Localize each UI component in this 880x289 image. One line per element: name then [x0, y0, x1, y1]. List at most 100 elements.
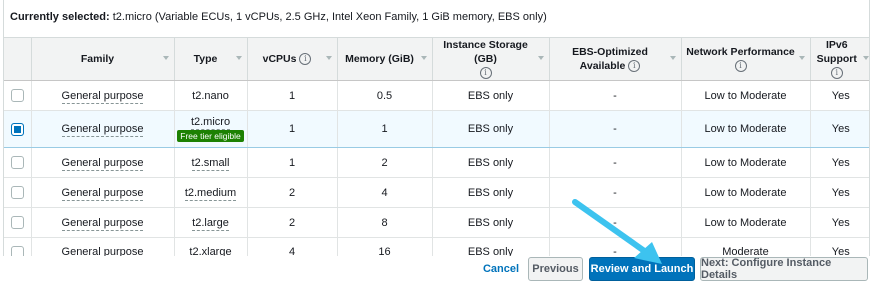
- storage-cell: EBS only: [432, 177, 550, 208]
- row-select-cell[interactable]: [4, 147, 32, 178]
- row-select-cell[interactable]: [4, 207, 32, 238]
- info-circle-icon[interactable]: i: [628, 60, 641, 73]
- table-row[interactable]: General purpose t2.xlarge 4 16 EBS only …: [4, 237, 869, 256]
- type-value[interactable]: t2.small: [191, 156, 230, 171]
- table-row[interactable]: General purpose t2.nano 1 0.5 EBS only -…: [4, 80, 869, 111]
- sort-caret-icon[interactable]: [162, 56, 169, 60]
- family-cell: General purpose: [31, 80, 175, 111]
- ebs-cell: -: [549, 147, 682, 178]
- sort-caret-icon[interactable]: [863, 56, 869, 60]
- family-cell: General purpose: [31, 147, 175, 178]
- type-cell: t2.xlarge: [174, 237, 248, 256]
- previous-button[interactable]: Previous: [528, 257, 583, 281]
- family-value[interactable]: General purpose: [61, 89, 144, 104]
- ipv6-cell: Yes: [810, 147, 869, 178]
- column-header-ebs-optimized[interactable]: EBS-Optimized Available i: [549, 38, 682, 81]
- column-header-ipv6-label-1: IPv6: [825, 39, 848, 51]
- storage-cell: EBS only: [432, 110, 550, 148]
- memory-cell: 8: [337, 207, 433, 238]
- table-row[interactable]: General purpose t2.medium 2 4 EBS only -…: [4, 177, 869, 208]
- info-circle-icon[interactable]: i: [479, 67, 492, 80]
- vcpus-cell: 1: [247, 80, 338, 111]
- type-cell: t2.small: [174, 147, 248, 178]
- network-cell: Low to Moderate: [681, 80, 811, 111]
- type-value[interactable]: t2.xlarge: [189, 246, 232, 256]
- type-cell: t2.large: [174, 207, 248, 238]
- info-circle-icon[interactable]: i: [299, 53, 312, 66]
- select-column-header: [4, 38, 32, 81]
- family-value[interactable]: General purpose: [61, 156, 144, 171]
- row-select-cell[interactable]: [4, 237, 32, 256]
- type-value[interactable]: t2.micro: [190, 116, 231, 130]
- network-cell: Low to Moderate: [681, 110, 811, 148]
- row-checkbox[interactable]: [10, 89, 24, 102]
- ipv6-cell: Yes: [810, 110, 869, 148]
- sort-caret-icon[interactable]: [669, 56, 676, 60]
- row-select-cell[interactable]: [4, 177, 32, 208]
- row-checkbox[interactable]: [10, 156, 24, 169]
- row-checkbox[interactable]: [10, 186, 24, 199]
- table-row[interactable]: General purpose t2.large 2 8 EBS only - …: [4, 207, 869, 238]
- sort-caret-icon[interactable]: [537, 56, 544, 60]
- instance-types-table: Family Type vCPUs i Memory (GiB) Instanc…: [4, 38, 869, 256]
- ipv6-cell: Yes: [810, 177, 869, 208]
- column-header-storage-label: Instance Storage (GB): [443, 39, 528, 65]
- family-value[interactable]: General purpose: [61, 246, 144, 256]
- column-header-ipv6[interactable]: IPv6 Support i: [810, 38, 869, 81]
- column-header-vcpus[interactable]: vCPUs i: [247, 38, 338, 81]
- memory-cell: 4: [337, 177, 433, 208]
- table-row[interactable]: General purpose t2.small 1 2 EBS only - …: [4, 147, 869, 178]
- vcpus-cell: 2: [247, 207, 338, 238]
- ipv6-cell: Yes: [810, 80, 869, 111]
- type-value[interactable]: t2.large: [192, 216, 229, 231]
- sort-caret-icon[interactable]: [235, 56, 242, 60]
- ebs-cell: -: [549, 110, 682, 148]
- column-header-storage[interactable]: Instance Storage (GB) i: [432, 38, 550, 81]
- cancel-button[interactable]: Cancel: [478, 257, 524, 281]
- network-cell: Low to Moderate: [681, 177, 811, 208]
- instance-type-panel: Currently selected: t2.micro (Variable E…: [3, 0, 870, 256]
- type-cell: t2.nano: [174, 80, 248, 111]
- info-circle-icon[interactable]: i: [734, 60, 747, 73]
- column-header-memory-label: Memory (GiB): [345, 53, 414, 65]
- network-cell: Moderate: [681, 237, 811, 256]
- row-select-cell[interactable]: [4, 80, 32, 111]
- type-value[interactable]: t2.medium: [184, 186, 237, 201]
- storage-cell: EBS only: [432, 207, 550, 238]
- info-circle-icon[interactable]: i: [830, 67, 843, 80]
- vcpus-cell: 2: [247, 177, 338, 208]
- type-value: t2.nano: [192, 89, 229, 102]
- sort-caret-icon[interactable]: [798, 56, 805, 60]
- type-cell: t2.micro Free tier eligible: [174, 110, 248, 148]
- family-cell: General purpose: [31, 237, 175, 256]
- review-and-launch-button[interactable]: Review and Launch: [589, 257, 695, 281]
- row-checkbox[interactable]: [10, 216, 24, 229]
- row-checkbox[interactable]: [10, 246, 24, 256]
- row-select-cell[interactable]: [4, 110, 32, 148]
- ipv6-cell: Yes: [810, 207, 869, 238]
- next-configure-instance-details-button[interactable]: Next: Configure Instance Details: [700, 257, 868, 281]
- sort-caret-icon[interactable]: [325, 56, 332, 60]
- family-value[interactable]: General purpose: [61, 123, 144, 137]
- column-header-vcpus-label: vCPUs: [262, 53, 297, 65]
- currently-selected-bar: Currently selected: t2.micro (Variable E…: [4, 0, 869, 38]
- ebs-cell: -: [549, 80, 682, 111]
- ebs-cell: -: [549, 237, 682, 256]
- family-value[interactable]: General purpose: [61, 186, 144, 201]
- ipv6-cell: Yes: [810, 237, 869, 256]
- memory-cell: 0.5: [337, 80, 433, 111]
- column-header-memory[interactable]: Memory (GiB): [337, 38, 433, 81]
- sort-caret-icon[interactable]: [420, 56, 427, 60]
- column-header-type[interactable]: Type: [174, 38, 248, 81]
- table-row-selected[interactable]: General purpose t2.micro Free tier eligib…: [4, 110, 869, 148]
- column-header-ebs-label-2: Available: [579, 60, 626, 72]
- storage-cell: EBS only: [432, 147, 550, 178]
- column-header-family[interactable]: Family: [31, 38, 175, 81]
- family-value[interactable]: General purpose: [61, 216, 144, 231]
- column-header-network-label: Network Performance: [686, 46, 795, 58]
- column-header-network[interactable]: Network Performance i: [681, 38, 811, 81]
- row-checkbox-checked[interactable]: [10, 122, 24, 136]
- family-cell: General purpose: [31, 207, 175, 238]
- type-cell: t2.medium: [174, 177, 248, 208]
- storage-cell: EBS only: [432, 80, 550, 111]
